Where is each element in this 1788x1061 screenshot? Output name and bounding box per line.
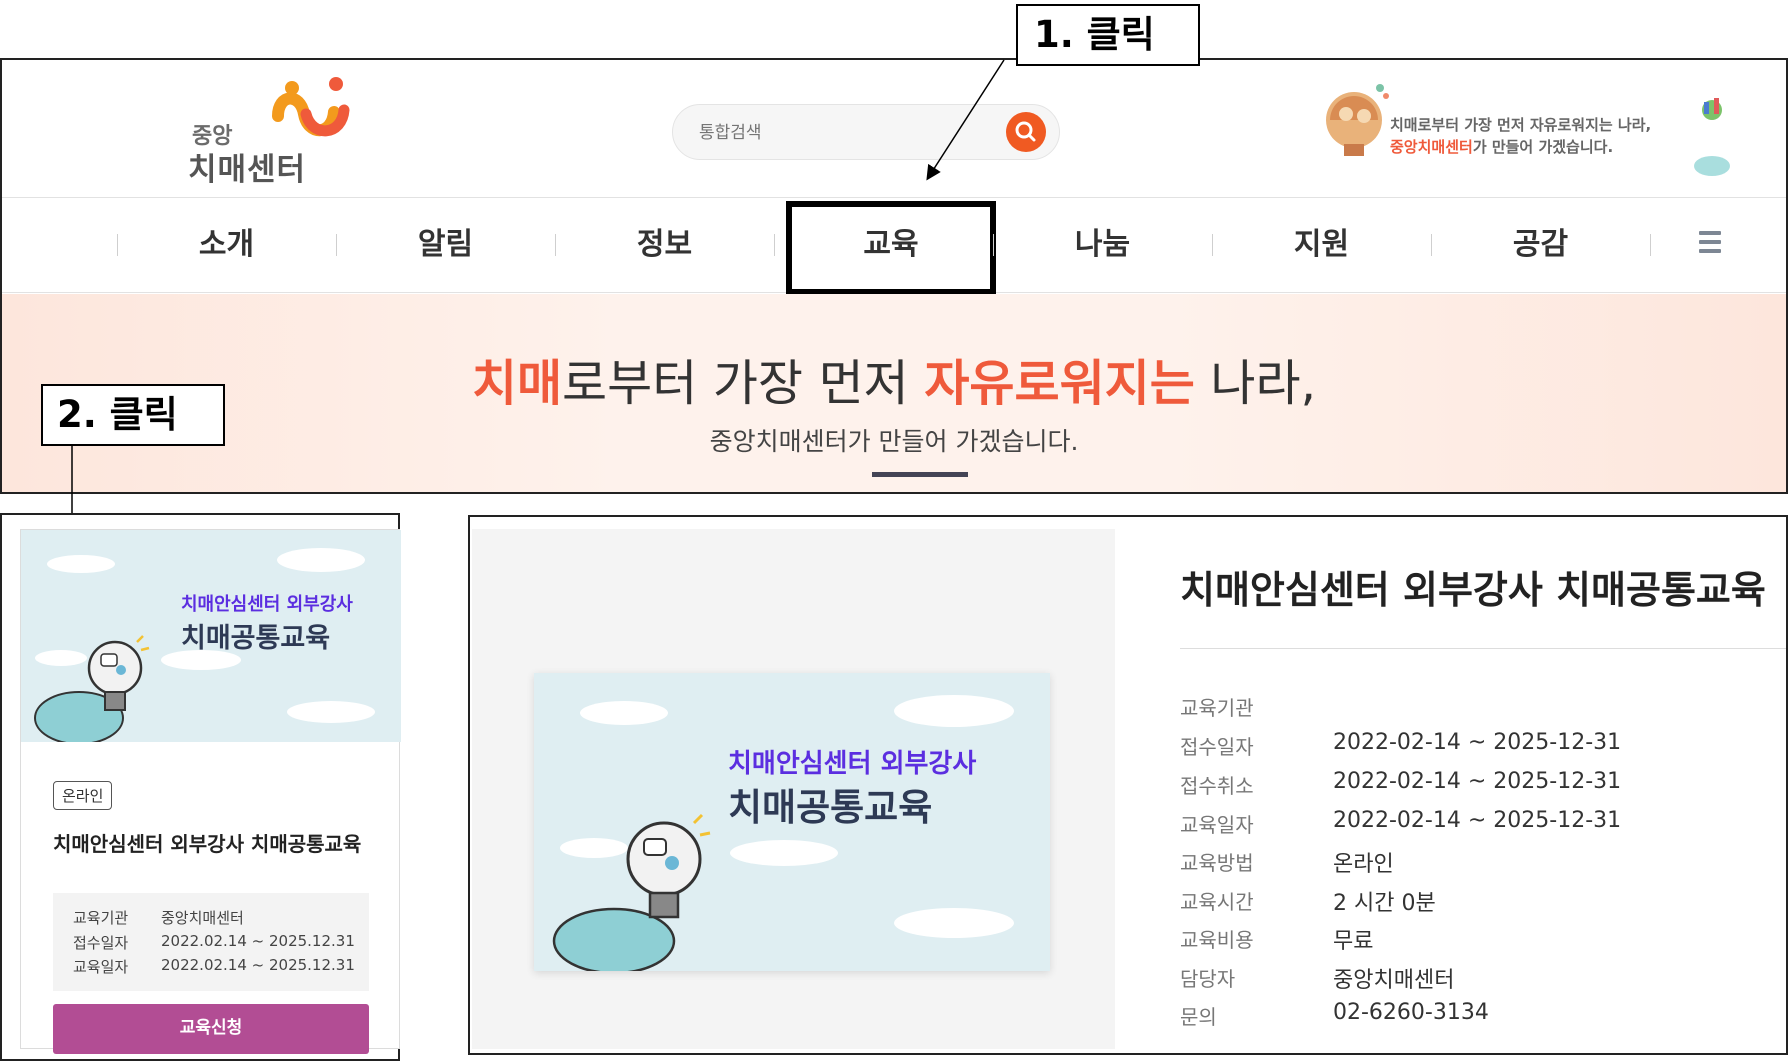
info-label: 접수일자 xyxy=(73,934,129,952)
detail-thumb-line1: 치매안심센터 외부강사 xyxy=(728,749,977,779)
course-detail-screenshot: 치매안심센터 외부강사 치매공통교육 치매안심센터 외부강사 치매공통교육 교육… xyxy=(468,515,1788,1055)
detail-label: 교육일자 xyxy=(1180,813,1254,837)
course-list-screenshot: 치매안심센터 외부강사 치매공통교육 온라인 치매안심센터 외부강사 치매공통교… xyxy=(0,513,401,1061)
info-label: 교육일자 xyxy=(73,958,129,976)
lightbulb-icon xyxy=(87,635,150,711)
detail-value: 2022-02-14 ~ 2025-12-31 xyxy=(1333,730,1622,755)
lightbulb-icon xyxy=(626,813,711,919)
card-thumb-line1: 치매안심센터 외부강사 xyxy=(181,594,353,615)
detail-value: 02-6260-3134 xyxy=(1333,1000,1489,1025)
detail-label: 담당자 xyxy=(1180,967,1236,991)
arrow-to-education-menu xyxy=(926,59,1005,181)
detail-value: 2022-02-14 ~ 2025-12-31 xyxy=(1333,808,1622,833)
course-card[interactable]: 치매안심센터 외부강사 치매공통교육 온라인 치매안심센터 외부강사 치매공통교… xyxy=(20,529,401,1054)
detail-divider xyxy=(1180,648,1786,649)
detail-row-cost: 교육비용 무료 xyxy=(1180,924,1373,954)
detail-image-area: 치매안심센터 외부강사 치매공통교육 xyxy=(472,529,1115,1049)
detail-label: 교육방법 xyxy=(1180,851,1254,875)
info-value: 2022.02.14 ~ 2025.12.31 xyxy=(161,932,355,950)
detail-value: 중앙치매센터 xyxy=(1333,968,1455,993)
info-row-registration-date: 접수일자 2022.02.14 ~ 2025.12.31 xyxy=(73,932,355,953)
apply-education-button[interactable]: 교육신청 xyxy=(53,1004,369,1054)
course-card-title[interactable]: 치매안심센터 외부강사 치매공통교육 xyxy=(53,828,361,857)
course-card-thumbnail[interactable]: 치매안심센터 외부강사 치매공통교육 xyxy=(21,530,401,742)
detail-row-method: 교육방법 온라인 xyxy=(1180,847,1394,877)
info-label: 교육기관 xyxy=(73,909,129,927)
detail-row-contact: 문의 02-6260-3134 xyxy=(1180,1000,1489,1030)
detail-value: 2 시간 0분 xyxy=(1333,891,1436,916)
course-type-badge: 온라인 xyxy=(53,781,113,810)
detail-value: 무료 xyxy=(1333,929,1374,954)
card-thumb-line2: 치매공통교육 xyxy=(181,623,331,654)
detail-row-institution: 교육기관 xyxy=(1180,692,1254,721)
detail-thumb-line2: 치매공통교육 xyxy=(728,786,933,829)
detail-label: 접수일자 xyxy=(1180,735,1254,759)
detail-label: 문의 xyxy=(1180,1005,1217,1029)
detail-row-duration: 교육시간 2 시간 0분 xyxy=(1180,886,1436,916)
detail-row-registration-date: 접수일자 2022-02-14 ~ 2025-12-31 xyxy=(1180,730,1621,760)
callout-step1: 1. 클릭 xyxy=(1016,4,1200,66)
info-value: 2022.02.14 ~ 2025.12.31 xyxy=(161,956,355,974)
detail-label: 교육시간 xyxy=(1180,890,1254,914)
detail-thumbnail: 치매안심센터 외부강사 치매공통교육 xyxy=(534,673,1050,971)
course-card-info: 교육기관 중앙치매센터 접수일자 2022.02.14 ~ 2025.12.31 교… xyxy=(53,893,369,991)
detail-value: 온라인 xyxy=(1333,852,1394,877)
info-row-education-date: 교육일자 2022.02.14 ~ 2025.12.31 xyxy=(73,956,355,977)
detail-row-education-date: 교육일자 2022-02-14 ~ 2025-12-31 xyxy=(1180,808,1621,838)
detail-row-cancellation: 접수취소 2022-02-14 ~ 2025-12-31 xyxy=(1180,769,1621,799)
info-row-institution: 교육기관 중앙치매센터 xyxy=(73,907,244,928)
info-value: 중앙치매센터 xyxy=(161,909,244,927)
detail-label: 교육기관 xyxy=(1180,696,1254,720)
detail-row-manager: 담당자 중앙치매센터 xyxy=(1180,963,1454,993)
detail-label: 접수취소 xyxy=(1180,774,1254,798)
detail-title: 치매안심센터 외부강사 치매공통교육 xyxy=(1180,568,1766,612)
detail-value: 2022-02-14 ~ 2025-12-31 xyxy=(1333,769,1622,794)
detail-label: 교육비용 xyxy=(1180,928,1254,952)
callout-step2: 2. 클릭 xyxy=(41,384,225,446)
